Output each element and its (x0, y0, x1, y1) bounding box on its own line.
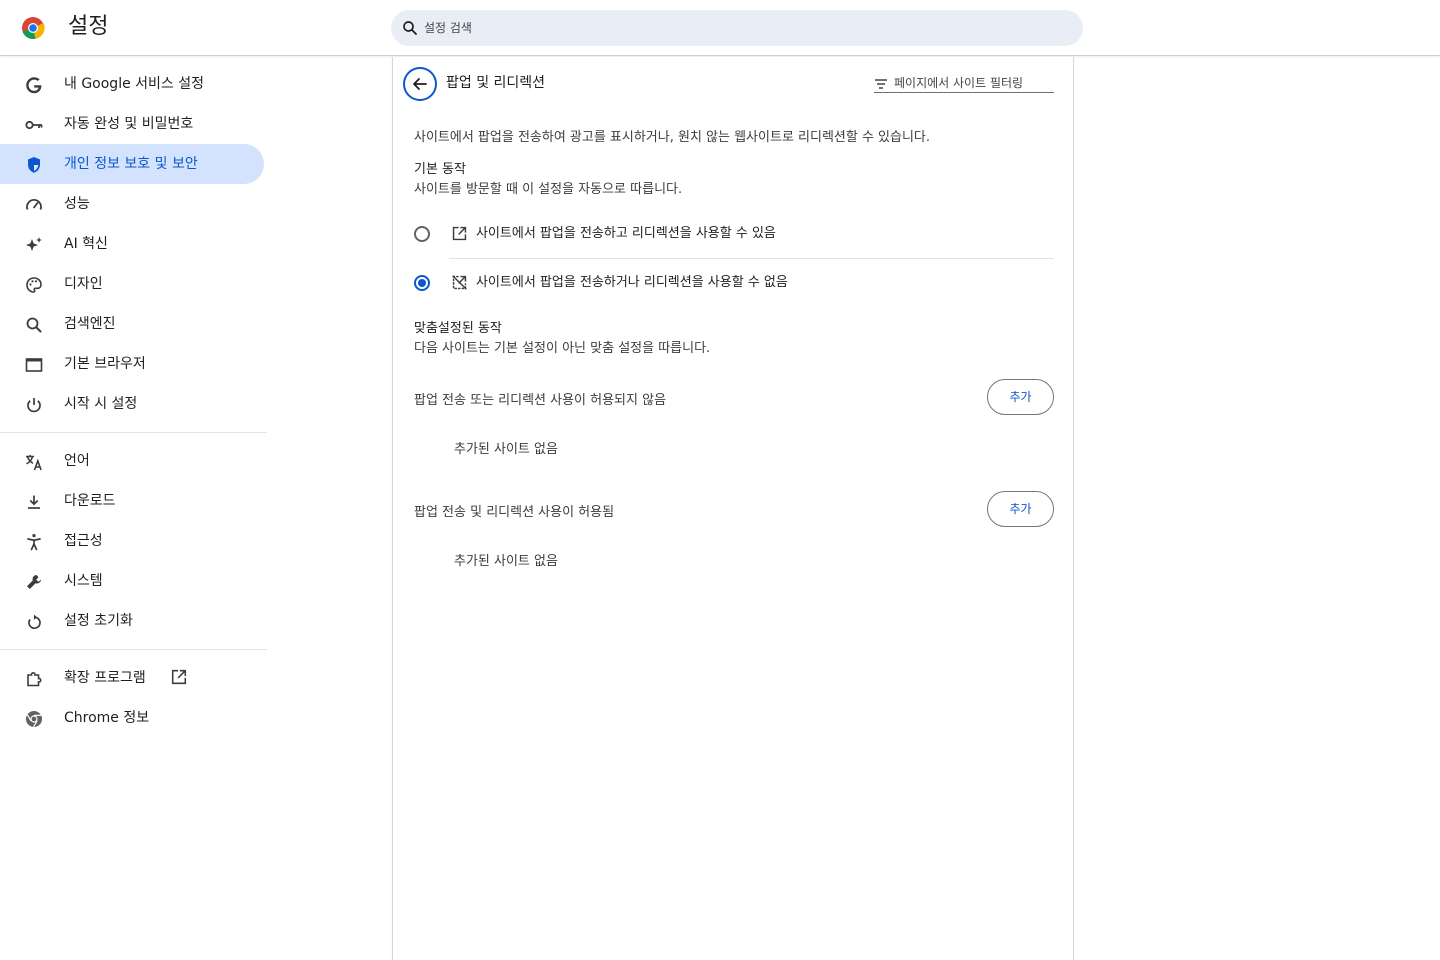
page-description: 사이트에서 팝업을 전송하여 광고를 표시하거나, 원치 않는 웹사이트로 리디… (414, 130, 931, 145)
sidebar-item-reset-settings[interactable]: 설정 초기화 (0, 601, 264, 641)
sidebar-item-search-engine[interactable]: 검색엔진 (0, 304, 264, 344)
wrench-icon (27, 575, 41, 589)
sidebar-item-label: 디자인 (64, 276, 103, 292)
radio-option-allow[interactable]: 사이트에서 팝업을 전송하고 리디렉션을 사용할 수 있음 (393, 214, 1073, 254)
sparkle-icon (26, 237, 42, 251)
search-field[interactable]: 설정 검색 (391, 10, 1083, 46)
search-placeholder: 설정 검색 (424, 21, 472, 35)
radio-button[interactable] (414, 226, 430, 242)
sidebar-item-label: 언어 (64, 453, 90, 469)
sidebar-item-label: 설정 초기화 (64, 613, 133, 629)
search-icon (403, 21, 417, 35)
sidebar: 내 Google 서비스 설정 자동 완성 및 비밀번호 개인 정보 보호 및 … (0, 57, 270, 960)
sidebar-item-performance[interactable]: 성능 (0, 184, 264, 224)
radio-option-block[interactable]: 사이트에서 팝업을 전송하거나 리디렉션을 사용할 수 없음 (393, 263, 1073, 303)
sidebar-item-system[interactable]: 시스템 (0, 561, 264, 601)
default-behavior-subtext: 사이트를 방문할 때 이 설정을 자동으로 따릅니다. (414, 182, 683, 197)
sidebar-item-default-browser[interactable]: 기본 브라우저 (0, 344, 264, 384)
sidebar-item-ai[interactable]: AI 혁신 (0, 224, 264, 264)
site-filter-input[interactable]: 페이지에서 사이트 필터링 (874, 71, 1054, 93)
power-icon (27, 398, 41, 413)
palette-icon (26, 277, 42, 293)
filter-icon (875, 79, 887, 89)
sidebar-item-label: 시스템 (64, 573, 103, 589)
sidebar-item-label: 내 Google 서비스 설정 (64, 76, 204, 92)
allowed-empty-text: 추가된 사이트 없음 (454, 554, 558, 569)
top-toolbar: 설정 설정 검색 (0, 0, 1440, 56)
sidebar-item-design[interactable]: 디자인 (0, 264, 264, 304)
translate-icon (26, 455, 42, 471)
custom-behavior-subtext: 다음 사이트는 기본 설정이 아닌 맞춤 설정을 따릅니다. (414, 341, 711, 356)
custom-behavior-heading: 맞춤설정된 동작 (414, 321, 502, 336)
google-g-icon (26, 77, 42, 94)
accessibility-icon (27, 534, 41, 551)
default-behavior-heading: 기본 동작 (414, 162, 466, 177)
app-title: 설정 (68, 14, 109, 39)
sidebar-item-autofill[interactable]: 자동 완성 및 비밀번호 (0, 104, 264, 144)
filter-placeholder: 페이지에서 사이트 필터링 (894, 76, 1024, 90)
sidebar-item-extensions[interactable]: 확장 프로그램 (0, 658, 264, 698)
sidebar-item-languages[interactable]: 언어 (0, 441, 264, 481)
sidebar-item-privacy[interactable]: 개인 정보 보호 및 보안 (0, 144, 264, 184)
allowed-section-label: 팝업 전송 및 리디렉션 사용이 허용됨 (414, 505, 615, 520)
sidebar-item-label: 성능 (64, 196, 90, 212)
chrome-icon (26, 711, 42, 728)
sidebar-item-on-startup[interactable]: 시작 시 설정 (0, 384, 264, 424)
search-icon (26, 317, 42, 333)
add-allowed-site-button[interactable]: 추가 (987, 491, 1054, 527)
sidebar-item-google-services[interactable]: 내 Google 서비스 설정 (0, 64, 264, 104)
sidebar-item-label: 검색엔진 (64, 316, 116, 332)
open-in-new-icon (452, 226, 467, 241)
sidebar-divider (0, 649, 267, 650)
chrome-logo-icon (22, 17, 45, 39)
blocked-empty-text: 추가된 사이트 없음 (454, 442, 558, 457)
sidebar-item-accessibility[interactable]: 접근성 (0, 521, 264, 561)
back-button[interactable] (403, 67, 437, 101)
open-in-new-icon (171, 669, 187, 685)
sidebar-item-label: 자동 완성 및 비밀번호 (64, 116, 194, 132)
radio-label: 사이트에서 팝업을 전송하고 리디렉션을 사용할 수 있음 (476, 226, 776, 241)
sidebar-item-label: 개인 정보 보호 및 보안 (64, 156, 198, 172)
sidebar-divider (0, 432, 267, 433)
blocked-section-label: 팝업 전송 또는 리디렉션 사용이 허용되지 않음 (414, 393, 667, 408)
arrow-back-icon (413, 78, 427, 90)
row-separator (449, 258, 1054, 259)
sidebar-item-label: 확장 프로그램 (64, 670, 146, 686)
key-icon (25, 120, 43, 130)
speedometer-icon (26, 199, 42, 210)
sidebar-item-downloads[interactable]: 다운로드 (0, 481, 264, 521)
sidebar-item-label: 다운로드 (64, 493, 116, 509)
sidebar-item-label: 기본 브라우저 (64, 356, 146, 372)
browser-window-icon (25, 358, 43, 372)
page-title: 팝업 및 리디렉션 (446, 75, 546, 91)
open-in-new-off-icon (452, 275, 467, 290)
sidebar-item-about-chrome[interactable]: Chrome 정보 (0, 698, 264, 738)
puzzle-icon (27, 672, 42, 687)
radio-button[interactable] (414, 275, 430, 291)
download-icon (28, 495, 40, 509)
add-blocked-site-button[interactable]: 추가 (987, 379, 1054, 415)
sidebar-item-label: 접근성 (64, 533, 103, 549)
sidebar-item-label: 시작 시 설정 (64, 396, 138, 412)
settings-card: 팝업 및 리디렉션 페이지에서 사이트 필터링 사이트에서 팝업을 전송하여 광… (392, 57, 1074, 960)
sidebar-item-label: AI 혁신 (64, 236, 108, 252)
reset-icon (28, 614, 41, 629)
sidebar-item-label: Chrome 정보 (64, 710, 150, 726)
radio-label: 사이트에서 팝업을 전송하거나 리디렉션을 사용할 수 없음 (476, 275, 788, 290)
shield-icon (28, 157, 40, 173)
